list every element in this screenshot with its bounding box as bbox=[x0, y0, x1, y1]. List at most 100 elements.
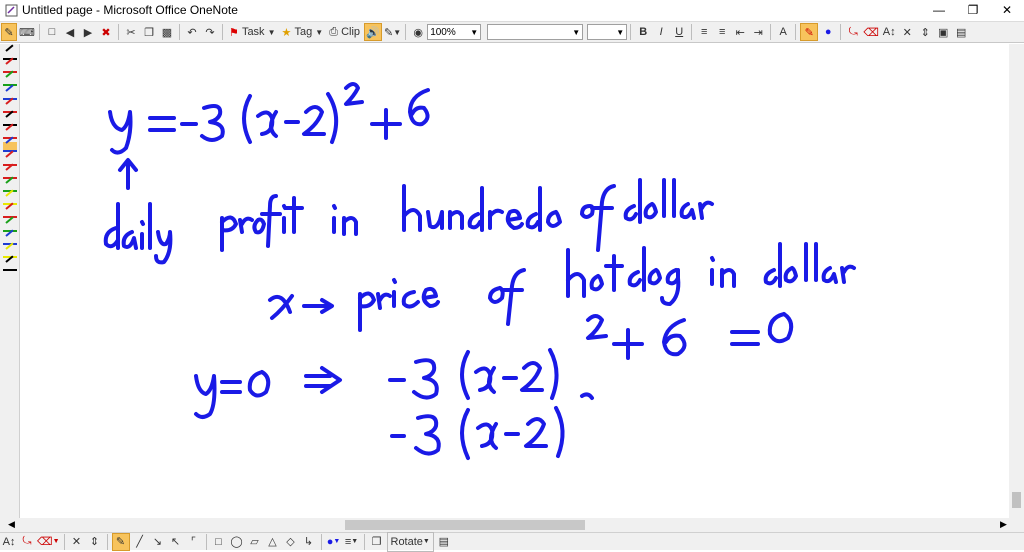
scroll-left-icon[interactable]: ◀ bbox=[8, 519, 15, 530]
connector-tool-icon[interactable]: ↳ bbox=[301, 533, 317, 551]
cut-icon[interactable]: ✂ bbox=[123, 23, 139, 41]
horizontal-scrollbar[interactable]: ◀ ▶ bbox=[0, 518, 1024, 532]
ink-stroke bbox=[488, 208, 504, 230]
ink-stroke bbox=[108, 110, 133, 155]
ink-stroke bbox=[505, 208, 524, 230]
pan-icon[interactable]: ⇕ bbox=[917, 23, 933, 41]
ink-stroke bbox=[358, 291, 376, 332]
diamond-tool-icon[interactable]: ◇ bbox=[283, 533, 299, 551]
ink-stroke bbox=[643, 202, 658, 220]
fit-page-icon[interactable]: ▣ bbox=[935, 23, 951, 41]
horizontal-scroll-thumb[interactable] bbox=[345, 520, 585, 530]
eraser-icon[interactable]: ⌫ ▼ bbox=[37, 533, 60, 551]
ink-stroke bbox=[412, 358, 439, 400]
ink-stroke bbox=[154, 230, 173, 265]
tag-button[interactable]: ★ Tag ▼ bbox=[280, 23, 326, 41]
bold-button[interactable]: B bbox=[635, 23, 651, 41]
ink-stroke bbox=[302, 298, 334, 314]
back-icon[interactable]: ◀ bbox=[62, 23, 78, 41]
ink-stroke bbox=[679, 202, 696, 220]
page-icon[interactable]: ▤ bbox=[953, 23, 969, 41]
line-tool-icon[interactable]: ╱ bbox=[132, 533, 148, 551]
bullets-icon[interactable]: ≡ bbox=[696, 23, 712, 41]
ink-stroke bbox=[148, 116, 176, 132]
lasso-icon[interactable]: ⤿ bbox=[845, 23, 861, 41]
parallelogram-tool-icon[interactable]: ▱ bbox=[247, 533, 263, 551]
italic-button[interactable]: I bbox=[653, 23, 669, 41]
ink-stroke bbox=[467, 186, 484, 232]
font-name-select[interactable]: ▼ bbox=[487, 24, 584, 40]
forward-icon[interactable]: ▶ bbox=[80, 23, 96, 41]
title-bar: Untitled page - Microsoft Office OneNote… bbox=[0, 0, 1024, 20]
note-canvas[interactable] bbox=[21, 44, 1009, 518]
vertical-scroll-thumb[interactable] bbox=[1012, 492, 1021, 508]
audio-icon[interactable]: 🔊 bbox=[364, 23, 383, 41]
eraser-icon[interactable]: ⌨ bbox=[19, 23, 35, 41]
ink-stroke bbox=[376, 292, 392, 310]
arrange-icon[interactable]: ❐ bbox=[369, 533, 385, 551]
ink-stroke bbox=[720, 268, 736, 288]
ink-stroke bbox=[589, 274, 604, 292]
highlighter-icon[interactable]: ● bbox=[820, 23, 836, 41]
ink-stroke bbox=[698, 200, 714, 220]
eraser-tool-icon[interactable]: ⌫ bbox=[863, 23, 879, 41]
increase-indent-icon[interactable]: ⇥ bbox=[750, 23, 766, 41]
ink-stroke bbox=[590, 184, 616, 252]
scroll-right-icon[interactable]: ▶ bbox=[1000, 519, 1007, 530]
ink-stroke bbox=[302, 105, 326, 136]
rotate-button[interactable]: Rotate ▼ bbox=[386, 531, 434, 552]
delete-icon-2[interactable]: ✕ bbox=[899, 23, 915, 41]
ink-stroke bbox=[580, 392, 594, 400]
font-color-icon[interactable]: A bbox=[775, 23, 791, 41]
triangle-tool-icon[interactable]: △ bbox=[265, 533, 281, 551]
close-button[interactable]: ✕ bbox=[990, 0, 1024, 20]
minimize-button[interactable]: — bbox=[922, 0, 956, 20]
distribute-icon[interactable]: ▤ bbox=[436, 533, 452, 551]
paste-icon[interactable]: ▩ bbox=[159, 23, 175, 41]
ink-stroke bbox=[140, 220, 145, 250]
maximize-button[interactable]: ❐ bbox=[956, 0, 990, 20]
delete-icon[interactable]: ✖ bbox=[98, 23, 114, 41]
decrease-indent-icon[interactable]: ⇤ bbox=[732, 23, 748, 41]
double-arrow-tool-icon[interactable]: ↖ bbox=[168, 533, 184, 551]
insert-space-icon[interactable]: A↕ bbox=[881, 23, 897, 41]
ink-stroke bbox=[500, 268, 526, 326]
copy-icon[interactable]: ❐ bbox=[141, 23, 157, 41]
ink-stroke bbox=[520, 361, 544, 392]
pen-color-button[interactable]: ✎ bbox=[800, 23, 819, 41]
ink-stroke bbox=[414, 414, 441, 456]
zoom-select[interactable]: 100% ▼ bbox=[427, 24, 482, 40]
pen-icon[interactable]: ✎ bbox=[111, 532, 130, 551]
underline-button[interactable]: U bbox=[671, 23, 687, 41]
task-button[interactable]: ⚑ Task ▼ bbox=[227, 23, 278, 41]
ink-stroke bbox=[525, 186, 542, 232]
zoom-icon[interactable]: ◉ bbox=[410, 23, 426, 41]
pan-icon[interactable]: ⇕ bbox=[87, 533, 103, 551]
line-weight-icon[interactable]: ≡ ▼ bbox=[344, 533, 360, 551]
star-icon: ★ bbox=[281, 26, 292, 39]
rectangle-tool-icon[interactable]: □ bbox=[211, 533, 227, 551]
ink-stroke bbox=[342, 216, 358, 236]
numbering-icon[interactable]: ≡ bbox=[714, 23, 730, 41]
ink-stroke bbox=[220, 380, 242, 394]
pen-settings-icon[interactable]: ✎ ▼ bbox=[384, 23, 401, 41]
pen-color-icon[interactable]: ● ▼ bbox=[326, 533, 342, 551]
ink-stroke bbox=[304, 366, 342, 394]
clip-button[interactable]: ⎙ Clip bbox=[327, 23, 362, 41]
new-page-icon[interactable]: □ bbox=[44, 23, 60, 41]
insert-space-icon[interactable]: A↕ bbox=[1, 533, 17, 551]
pen-swatch-17[interactable] bbox=[3, 255, 17, 272]
ink-stroke bbox=[474, 366, 496, 394]
axis-tool-icon[interactable]: ⌜ bbox=[186, 533, 202, 551]
undo-icon[interactable]: ↶ bbox=[184, 23, 200, 41]
delete-icon[interactable]: ✕ bbox=[69, 533, 85, 551]
select-tool-button[interactable]: ✎ bbox=[1, 23, 17, 41]
font-size-select[interactable]: ▼ bbox=[587, 24, 628, 40]
ink-stroke bbox=[284, 196, 304, 234]
arrow-tool-icon[interactable]: ↘ bbox=[150, 533, 166, 551]
redo-icon[interactable]: ↷ bbox=[202, 23, 218, 41]
vertical-scrollbar[interactable] bbox=[1009, 44, 1024, 518]
lasso-icon[interactable]: ⤿ bbox=[19, 533, 35, 551]
ellipse-tool-icon[interactable]: ◯ bbox=[229, 533, 245, 551]
ink-stroke bbox=[268, 294, 294, 320]
